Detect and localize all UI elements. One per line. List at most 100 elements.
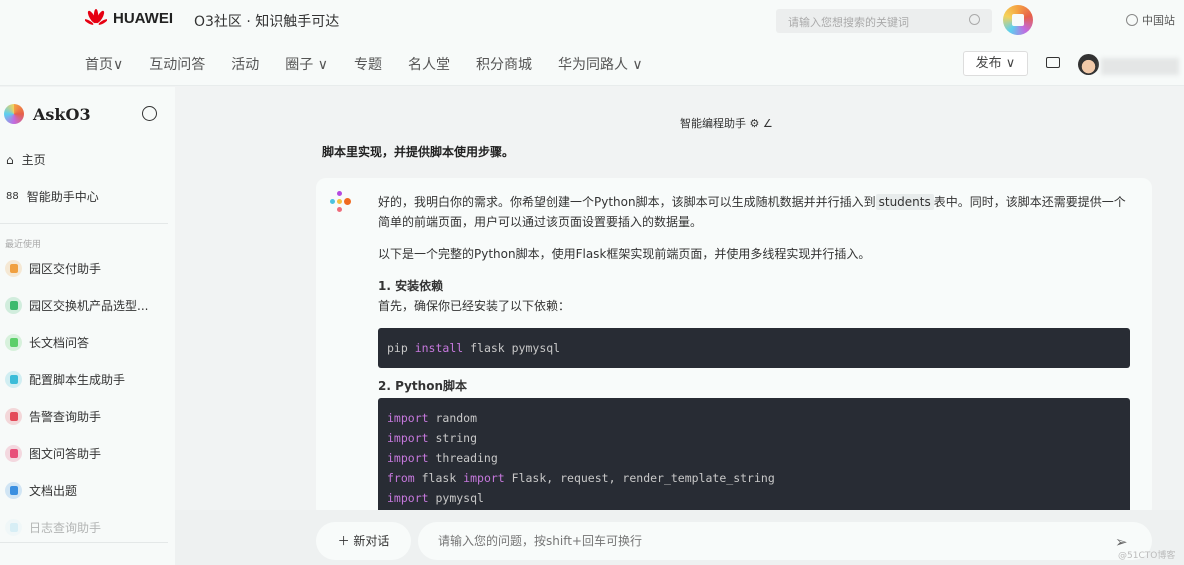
answer-content: 好的，我明白你的需求。你希望创建一个Python脚本，该脚本可以生成随机数据并并… [378, 192, 1130, 548]
o3-logo-icon[interactable] [1003, 5, 1033, 35]
code-block-install[interactable]: pip install flask pymysql [378, 328, 1130, 368]
brand-name: HUAWEI [113, 9, 173, 27]
assistant-icon [5, 482, 22, 499]
divider [0, 223, 168, 224]
settings-icon[interactable]: ⚙ [750, 117, 760, 130]
code-keyword: import [463, 471, 505, 485]
nav-fellow[interactable]: 华为同路人 ∨ [558, 54, 643, 74]
sidebar-item-label: 告警查询助手 [29, 410, 102, 424]
code-text: pip [387, 341, 415, 355]
sidebar-item-recent[interactable]: 园区交付助手 [5, 260, 101, 277]
edit-icon[interactable]: ∠ [763, 117, 773, 130]
search-icon[interactable] [969, 14, 980, 25]
code-keyword: install [414, 341, 464, 355]
nav-circles[interactable]: 圈子 ∨ [285, 54, 328, 74]
assistant-avatar-icon [328, 191, 352, 215]
site-selector[interactable]: 中国站 [1126, 12, 1175, 28]
code-text: Flask, request, render_template_string [504, 471, 775, 485]
code-text: string [428, 431, 478, 445]
sidebar-item-label: 智能助手中心 [26, 190, 99, 204]
site-label: 中国站 [1142, 14, 1175, 27]
history-icon[interactable] [142, 106, 157, 121]
sidebar-item-recent[interactable]: 文档出题 [5, 482, 77, 499]
code-text: pymysql [428, 491, 484, 505]
message-icon[interactable] [1046, 57, 1060, 68]
assistant-name: 智能编程助手 [680, 117, 746, 130]
huawei-petal-icon [85, 9, 107, 25]
user-message: 脚本里实现，并提供脚本使用步骤。 [322, 145, 515, 159]
assistant-icon [5, 334, 22, 351]
avatar[interactable] [1078, 54, 1099, 75]
code-keyword: import [387, 491, 429, 505]
inline-code: students [875, 194, 934, 210]
search-placeholder: 请输入您想搜索的关键词 [788, 16, 909, 29]
huawei-logo[interactable]: HUAWEI [85, 9, 173, 27]
sidebar-item-label: 文档出题 [29, 484, 78, 498]
sidebar-item-recent[interactable]: 告警查询助手 [5, 408, 101, 425]
nav-qa[interactable]: 互动问答 [149, 54, 205, 74]
assistant-message: 好的，我明白你的需求。你希望创建一个Python脚本，该脚本可以生成随机数据并并… [316, 178, 1152, 538]
publish-button[interactable]: 发布 ∨ [963, 51, 1028, 76]
top-header: HUAWEI O3社区 · 知识触手可达 请输入您想搜索的关键词 中国站 首页∨… [0, 0, 1184, 86]
assistant-icon [5, 519, 22, 536]
sidebar-item-recent[interactable]: 配置脚本生成助手 [5, 371, 125, 388]
main-nav: 首页∨ 互动问答 活动 圈子 ∨ 专题 名人堂 积分商城 华为同路人 ∨ [85, 54, 669, 74]
assistant-title: 智能编程助手 ⚙ ∠ [680, 115, 773, 131]
sidebar-item-label: 图文问答助手 [29, 447, 102, 461]
answer-paragraph: 好的，我明白你的需求。你希望创建一个Python脚本，该脚本可以生成随机数据并并… [378, 192, 1130, 232]
sidebar-item-recent[interactable]: 图文问答助手 [5, 445, 101, 462]
sidebar-item-label: 长文档问答 [29, 336, 90, 350]
sidebar-item-assistant-center[interactable]: 88 智能助手中心 [6, 188, 99, 205]
grid-icon: 88 [6, 191, 19, 202]
recent-label: 最近使用 [5, 240, 42, 250]
code-keyword: import [387, 451, 429, 465]
username-redacted [1101, 58, 1179, 75]
nav-events[interactable]: 活动 [231, 54, 259, 74]
code-line: import threading [387, 448, 1121, 468]
sidebar-item-label: 日志查询助手 [29, 521, 102, 535]
assistant-icon [5, 408, 22, 425]
code-line: from flask import Flask, request, render… [387, 468, 1121, 488]
answer-paragraph: 首先，确保你已经安装了以下依赖： [378, 299, 571, 313]
nav-home[interactable]: 首页∨ [85, 54, 123, 74]
section-heading: 1. 安装依赖 [378, 279, 444, 293]
code-text: threading [428, 451, 498, 465]
site-slogan: O3社区 · 知识触手可达 [194, 14, 340, 30]
sidebar: AskO3 ⌂ 主页 88 智能助手中心 最近使用 园区交付助手园区交换机产品选型.… [0, 87, 175, 565]
code-text: flask [414, 471, 464, 485]
sidebar-title-text: AskO3 [33, 104, 91, 124]
nav-hall-of-fame[interactable]: 名人堂 [408, 54, 450, 74]
sidebar-title: AskO3 [4, 104, 91, 124]
new-chat-button[interactable]: ＋ 新对话 [316, 522, 411, 560]
code-keyword: import [387, 431, 429, 445]
home-icon: ⌂ [6, 152, 14, 167]
code-text: flask pymysql [463, 341, 561, 355]
sidebar-item-label: 配置脚本生成助手 [29, 373, 126, 387]
assistant-icon [5, 371, 22, 388]
watermark: @51CTO博客 [1118, 551, 1176, 561]
sidebar-item-recent[interactable]: 长文档问答 [5, 334, 89, 351]
assistant-icon [5, 297, 22, 314]
assistant-icon [5, 445, 22, 462]
sidebar-item-recent[interactable]: 园区交换机产品选型... [5, 297, 148, 314]
sidebar-item-recent[interactable]: 日志查询助手 [5, 519, 101, 536]
answer-paragraph: 以下是一个完整的Python脚本，使用Flask框架实现前端页面，并使用多线程实… [378, 247, 871, 261]
code-line: import string [387, 428, 1121, 448]
section-heading: 2. Python脚本 [378, 379, 467, 393]
code-keyword: import [387, 411, 429, 425]
code-keyword: from [387, 471, 415, 485]
nav-topics[interactable]: 专题 [354, 54, 382, 74]
sidebar-item-label: 主页 [21, 153, 46, 167]
divider [0, 542, 168, 543]
sidebar-item-label: 园区交付助手 [29, 262, 102, 276]
nav-points-mall[interactable]: 积分商城 [476, 54, 532, 74]
assistant-icon [5, 260, 22, 277]
code-text: random [428, 411, 478, 425]
sidebar-item-label: 园区交换机产品选型... [29, 299, 149, 313]
code-line: import random [387, 408, 1121, 428]
asko3-logo-icon [4, 104, 24, 124]
sidebar-item-home[interactable]: ⌂ 主页 [6, 151, 46, 168]
chat-input[interactable] [418, 522, 1152, 560]
search-input[interactable]: 请输入您想搜索的关键词 [776, 9, 992, 33]
code-line: import pymysql [387, 488, 1121, 508]
